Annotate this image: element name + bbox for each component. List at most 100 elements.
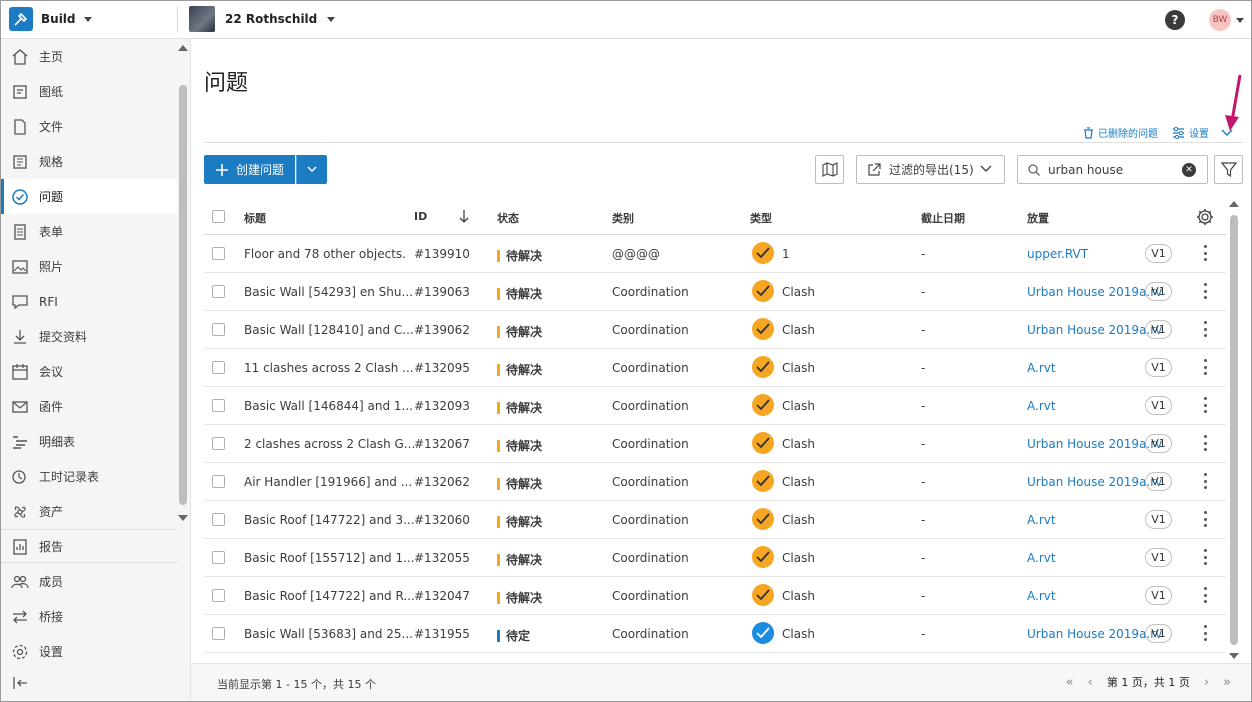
table-row[interactable]: Floor and 78 other objects. #139910 待解决 @@@… bbox=[204, 235, 1226, 273]
column-id[interactable]: ID bbox=[414, 210, 427, 223]
sidebar-item-submittals[interactable]: 提交资料 bbox=[1, 319, 177, 354]
issue-title[interactable]: Basic Roof [147722] and R... bbox=[244, 589, 415, 603]
more-options-icon[interactable] bbox=[1202, 549, 1208, 565]
sidebar-item-meetings[interactable]: 会议 bbox=[1, 354, 177, 389]
next-page-icon[interactable]: › bbox=[1204, 675, 1209, 690]
project-selector[interactable]: 22 Rothschild bbox=[189, 6, 336, 32]
gear-icon[interactable] bbox=[1196, 208, 1214, 226]
placement-link[interactable]: A.rvt bbox=[1027, 589, 1056, 603]
scrollbar-thumb[interactable] bbox=[179, 85, 187, 505]
sort-descending-icon[interactable] bbox=[459, 210, 469, 223]
chevron-down-icon[interactable] bbox=[1236, 18, 1244, 23]
column-type[interactable]: 类型 bbox=[750, 210, 772, 226]
version-badge[interactable]: V1 bbox=[1145, 320, 1172, 339]
version-badge[interactable]: V1 bbox=[1145, 624, 1172, 643]
issue-title[interactable]: Basic Wall [53683] and 25... bbox=[244, 627, 413, 641]
sidebar-item-assets[interactable]: 资产 bbox=[1, 494, 177, 529]
scroll-down-icon[interactable] bbox=[178, 515, 188, 521]
placement-link[interactable]: Urban House 2019a.rv bbox=[1027, 475, 1162, 489]
more-options-icon[interactable] bbox=[1202, 397, 1208, 413]
previous-page-icon[interactable]: ‹ bbox=[1088, 675, 1093, 690]
filter-button[interactable] bbox=[1214, 155, 1243, 184]
placement-link[interactable]: A.rvt bbox=[1027, 513, 1056, 527]
table-row[interactable]: Basic Roof [147722] and 3... #132060 待解决 Co… bbox=[204, 501, 1226, 539]
sidebar-item-forms[interactable]: 表单 bbox=[1, 214, 177, 249]
table-row[interactable]: Basic Wall [128410] and C... #139062 待解决 Co… bbox=[204, 311, 1226, 349]
table-row[interactable]: Basic Wall [54293] en Shu... #139063 待解决 Co… bbox=[204, 273, 1226, 311]
scrollbar-thumb[interactable] bbox=[1230, 215, 1238, 645]
table-row[interactable]: Basic Wall [53683] and 25... #131955 待定 Coo… bbox=[204, 615, 1226, 653]
select-all-checkbox[interactable] bbox=[212, 210, 225, 223]
column-category[interactable]: 类别 bbox=[612, 210, 634, 226]
last-page-icon[interactable]: » bbox=[1223, 675, 1231, 690]
sidebar-item-issues[interactable]: 问题 bbox=[1, 179, 177, 214]
placement-link[interactable]: Urban House 2019a.rv bbox=[1027, 437, 1162, 451]
issue-title[interactable]: 11 clashes across 2 Clash ... bbox=[244, 361, 414, 375]
placement-link[interactable]: A.rvt bbox=[1027, 399, 1056, 413]
more-options-icon[interactable] bbox=[1202, 473, 1208, 489]
help-icon[interactable]: ? bbox=[1165, 10, 1185, 30]
issue-title[interactable]: Basic Wall [146844] and 1... bbox=[244, 399, 413, 413]
issue-title[interactable]: Basic Roof [155712] and 1... bbox=[244, 551, 415, 565]
version-badge[interactable]: V1 bbox=[1145, 282, 1172, 301]
row-checkbox[interactable] bbox=[212, 361, 225, 374]
row-checkbox[interactable] bbox=[212, 437, 225, 450]
row-checkbox[interactable] bbox=[212, 247, 225, 260]
search-input[interactable] bbox=[1048, 162, 1176, 177]
clear-search-icon[interactable]: ✕ bbox=[1182, 163, 1196, 177]
sidebar-item-reports[interactable]: 报告 bbox=[1, 529, 177, 564]
column-title[interactable]: 标题 bbox=[244, 210, 266, 226]
row-checkbox[interactable] bbox=[212, 513, 225, 526]
collapse-sidebar-button[interactable] bbox=[1, 665, 177, 700]
row-checkbox[interactable] bbox=[212, 323, 225, 336]
row-checkbox[interactable] bbox=[212, 285, 225, 298]
placement-link[interactable]: Urban House 2019a.rv bbox=[1027, 627, 1162, 641]
more-options-icon[interactable] bbox=[1202, 245, 1208, 261]
table-row[interactable]: 11 clashes across 2 Clash ... #132095 待解决 C… bbox=[204, 349, 1226, 387]
more-options-icon[interactable] bbox=[1202, 587, 1208, 603]
issue-title[interactable]: Floor and 78 other objects. bbox=[244, 247, 406, 261]
table-scrollbar[interactable] bbox=[1229, 201, 1239, 661]
sidebar-item-specs[interactable]: 规格 bbox=[1, 144, 177, 179]
sidebar-item-settings[interactable]: 设置 bbox=[1, 634, 177, 669]
map-view-button[interactable] bbox=[815, 155, 844, 184]
row-checkbox[interactable] bbox=[212, 589, 225, 602]
scroll-up-icon[interactable] bbox=[1229, 201, 1239, 207]
more-options-icon[interactable] bbox=[1202, 359, 1208, 375]
issue-title[interactable]: Basic Wall [54293] en Shu... bbox=[244, 285, 413, 299]
filtered-export-button[interactable]: 过滤的导出(15) bbox=[856, 155, 1005, 184]
column-placement[interactable]: 放置 bbox=[1027, 210, 1049, 226]
sidebar-item-timesheet[interactable]: 工时记录表 bbox=[1, 459, 177, 494]
table-row[interactable]: Air Handler [191966] and ... #132062 待解决 Co… bbox=[204, 463, 1226, 501]
row-checkbox[interactable] bbox=[212, 399, 225, 412]
avatar[interactable]: BW bbox=[1209, 9, 1231, 31]
sidebar-item-sheets[interactable]: 图纸 bbox=[1, 74, 177, 109]
placement-link[interactable]: A.rvt bbox=[1027, 361, 1056, 375]
more-options-icon[interactable] bbox=[1202, 321, 1208, 337]
deleted-issues-link[interactable]: 已删除的问题 bbox=[1083, 125, 1158, 140]
placement-link[interactable]: Urban House 2019a.rv bbox=[1027, 285, 1162, 299]
sidebar-item-bridge[interactable]: 桥接 bbox=[1, 599, 177, 634]
placement-link[interactable]: A.rvt bbox=[1027, 551, 1056, 565]
first-page-icon[interactable]: « bbox=[1066, 675, 1074, 690]
table-row[interactable]: Basic Wall [146844] and 1... #132093 待解决 Co… bbox=[204, 387, 1226, 425]
sidebar-item-correspondence[interactable]: 函件 bbox=[1, 389, 177, 424]
issue-title[interactable]: Air Handler [191966] and ... bbox=[244, 475, 412, 489]
sidebar-scrollbar[interactable] bbox=[178, 45, 188, 523]
more-options-icon[interactable] bbox=[1202, 435, 1208, 451]
row-checkbox[interactable] bbox=[212, 551, 225, 564]
create-issue-button[interactable]: 创建问题 bbox=[204, 155, 295, 184]
sidebar-item-files[interactable]: 文件 bbox=[1, 109, 177, 144]
sidebar-item-schedule[interactable]: 明细表 bbox=[1, 424, 177, 459]
version-badge[interactable]: V1 bbox=[1145, 358, 1172, 377]
table-row[interactable]: Basic Roof [155712] and 1... #132055 待解决 Co… bbox=[204, 539, 1226, 577]
row-checkbox[interactable] bbox=[212, 627, 225, 640]
settings-link[interactable]: 设置 bbox=[1172, 125, 1233, 140]
more-options-icon[interactable] bbox=[1202, 511, 1208, 527]
scroll-up-icon[interactable] bbox=[178, 45, 188, 51]
version-badge[interactable]: V1 bbox=[1145, 586, 1172, 605]
placement-link[interactable]: Urban House 2019a.rv bbox=[1027, 323, 1162, 337]
table-row[interactable]: 2 clashes across 2 Clash G... #132067 待解决 C… bbox=[204, 425, 1226, 463]
issue-title[interactable]: Basic Wall [128410] and C... bbox=[244, 323, 414, 337]
version-badge[interactable]: V1 bbox=[1145, 472, 1172, 491]
